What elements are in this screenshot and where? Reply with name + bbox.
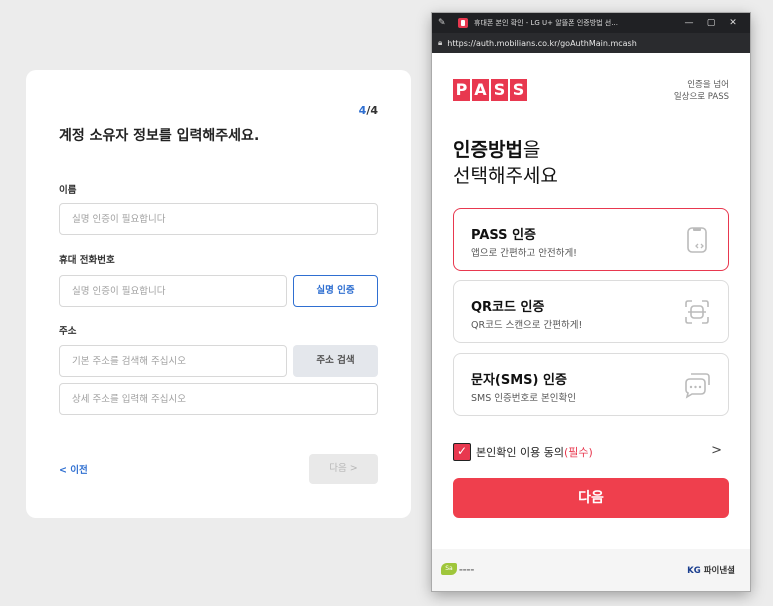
- phone-label: 휴대 전화번호: [59, 255, 115, 266]
- chevron-right-icon[interactable]: >: [711, 443, 722, 458]
- agree-row[interactable]: ✓ 본인확인 이용 동의(필수): [453, 443, 593, 461]
- tagline-line1: 인증을 넘어: [687, 80, 729, 90]
- prev-link[interactable]: < 이전: [59, 462, 88, 476]
- address-detail-input[interactable]: [59, 383, 378, 415]
- auth-popup-window: ✎ 휴대폰 본인 확인 - LG U+ 알뜰폰 인증방법 선... — ▢ ✕ …: [432, 13, 750, 591]
- popup-next-button[interactable]: 다음: [453, 478, 729, 518]
- option-title: 문자(SMS) 인증: [471, 373, 567, 388]
- option-pass[interactable]: PASS 인증 앱으로 간편하고 안전하게!: [453, 208, 729, 271]
- sms-chat-icon: [685, 373, 710, 399]
- option-subtitle: SMS 인증번호로 본인확인: [471, 393, 576, 404]
- kg-name: 파이낸셜: [703, 566, 735, 576]
- logo-letter: S: [510, 79, 527, 101]
- headline-line2: 선택해주세요: [453, 165, 558, 187]
- headline-bold: 인증방법: [453, 139, 523, 161]
- address-input[interactable]: [59, 345, 287, 377]
- maximize-icon[interactable]: ▢: [700, 18, 722, 28]
- verify-button[interactable]: 실명 인증: [293, 275, 378, 307]
- next-button[interactable]: 다음 >: [309, 454, 378, 484]
- logo-letter: P: [453, 79, 470, 101]
- kg-mark: KG: [687, 566, 701, 576]
- lock-icon: 🔒︎: [438, 38, 443, 47]
- address-label: 주소: [59, 326, 77, 337]
- phone-input[interactable]: [59, 275, 287, 307]
- kg-logo: KG 파이낸셜: [687, 564, 735, 576]
- option-subtitle: 앱으로 간편하고 안전하게!: [471, 248, 577, 259]
- agree-checkbox[interactable]: ✓: [453, 443, 471, 461]
- tagline-line2: 일상으로 PASS: [673, 92, 729, 102]
- page-title: 계정 소유자 정보를 입력해주세요.: [59, 128, 260, 144]
- option-subtitle: QR코드 스캔으로 간편하게!: [471, 320, 583, 331]
- step-total: /4: [366, 104, 378, 117]
- option-qr[interactable]: QR코드 인증 QR코드 스캔으로 간편하게!: [453, 280, 729, 343]
- favicon-icon: [458, 18, 468, 28]
- address-search-button[interactable]: 주소 검색: [293, 345, 378, 377]
- qr-scan-icon: [685, 300, 709, 324]
- logo-letter: A: [472, 79, 489, 101]
- sb-logo-icon: Sa: [441, 563, 457, 575]
- step-indicator: 4/4: [359, 104, 378, 117]
- option-title: QR코드 인증: [471, 300, 545, 315]
- phone-icon: [687, 227, 707, 253]
- minimize-icon[interactable]: —: [678, 18, 700, 28]
- name-label: 이름: [59, 185, 77, 196]
- url-text: https://auth.mobilians.co.kr/goAuthMain.…: [447, 38, 637, 48]
- name-input[interactable]: [59, 203, 378, 235]
- agree-label: 본인확인 이용 동의(필수): [476, 444, 593, 460]
- agree-text: 본인확인 이용 동의: [476, 446, 564, 459]
- option-title: PASS 인증: [471, 228, 536, 243]
- option-sms[interactable]: 문자(SMS) 인증 SMS 인증번호로 본인확인: [453, 353, 729, 416]
- close-icon[interactable]: ✕: [722, 18, 744, 28]
- pass-logo: P A S S: [453, 79, 527, 101]
- window-titlebar: ✎ 휴대폰 본인 확인 - LG U+ 알뜰폰 인증방법 선... — ▢ ✕: [432, 13, 750, 33]
- pin-icon[interactable]: ✎: [438, 18, 454, 28]
- popup-footer: Sa ▬▬▬▬ KG 파이낸셜: [432, 549, 750, 591]
- logo-letter: S: [491, 79, 508, 101]
- tagline: 인증을 넘어 일상으로 PASS: [674, 79, 729, 103]
- signup-form-card: 4/4 계정 소유자 정보를 입력해주세요. 이름 휴대 전화번호 실명 인증 …: [26, 70, 411, 518]
- headline-rest: 을: [522, 139, 541, 161]
- agree-required: (필수): [563, 446, 593, 459]
- footer-left-logo: Sa ▬▬▬▬: [441, 563, 474, 575]
- address-bar[interactable]: 🔒︎ https://auth.mobilians.co.kr/goAuthMa…: [432, 33, 750, 53]
- window-title: 휴대폰 본인 확인 - LG U+ 알뜰폰 인증방법 선...: [474, 19, 618, 27]
- headline: 인증방법을 선택해주세요: [453, 137, 558, 189]
